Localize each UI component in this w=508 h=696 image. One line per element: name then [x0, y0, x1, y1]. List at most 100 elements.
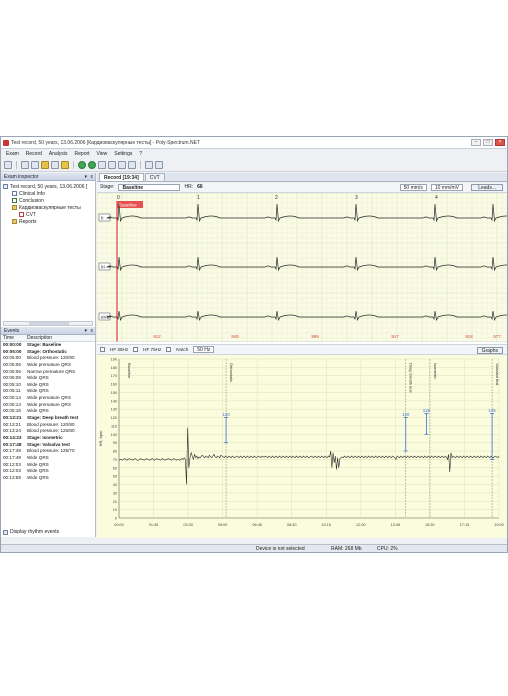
tree-node-cvt[interactable]: CVT: [3, 211, 93, 218]
minimize-button[interactable]: –: [471, 139, 481, 146]
y-tick-label: 190: [111, 358, 117, 362]
col-time[interactable]: Time: [1, 335, 27, 341]
tree-node-clinical-info[interactable]: Clinical Info: [3, 190, 93, 197]
event-row[interactable]: 00:13:21 Stage: Deep breath test: [1, 415, 95, 422]
graphs-button[interactable]: Graphs: [476, 347, 503, 354]
properties-icon[interactable]: [51, 161, 59, 169]
exam-inspector-header: Exam inspector ▾ x: [1, 173, 95, 181]
menu-settings[interactable]: Settings: [114, 150, 132, 159]
tree-node-reports[interactable]: Reports: [3, 218, 93, 225]
hf75-checkbox[interactable]: [133, 347, 139, 352]
panel-close-icon[interactable]: x: [91, 327, 94, 335]
tab-cvt[interactable]: CVT: [144, 173, 165, 181]
play-icon[interactable]: [78, 161, 86, 169]
tree-node-label: Conclusion: [19, 197, 44, 204]
event-description: Blood pressure: 120/80: [27, 421, 75, 427]
display-rhythm-checkbox[interactable]: [3, 529, 8, 535]
event-row[interactable]: 00:05:06 Narrow premature QRS: [1, 369, 95, 376]
x-tick-label: 05:00: [218, 523, 228, 527]
hr-trend-chart[interactable]: 0 10 20 30 40 50 60 70 80 90 100 110 120 130 140 150 160…: [97, 355, 507, 538]
y-tick-label: 100: [111, 433, 117, 437]
menu-view[interactable]: View: [97, 150, 108, 159]
event-row[interactable]: 00:17:48 Stage: Valsalva test: [1, 442, 95, 449]
panel-close-icon[interactable]: x: [91, 173, 94, 181]
pause-icon[interactable]: [98, 161, 106, 169]
event-row[interactable]: 00:05:11 Wide QRS: [1, 388, 95, 395]
stage-select[interactable]: Baseline: [118, 183, 181, 191]
menu-report[interactable]: Report: [75, 150, 90, 159]
event-row[interactable]: 00:05:00 Stage: Orthostatic: [1, 349, 95, 356]
ram-status: RAM: 268 Mb: [331, 546, 362, 552]
event-description: Stage: Isometric: [27, 434, 63, 440]
save-icon[interactable]: [31, 161, 39, 169]
pin-icon[interactable]: ▾: [84, 173, 87, 181]
event-row[interactable]: 00:05:14 Wide premature QRS: [1, 395, 95, 402]
ecg-view[interactable]: 0 1 2 3 4BaselineIIIIIaVL912 849 999 917 918 577: [96, 192, 507, 342]
app-icon: [3, 140, 9, 146]
folder-icon[interactable]: [61, 161, 69, 169]
event-row[interactable]: 00:12:03 Wide QRS: [1, 462, 95, 469]
y-tick-label: 40: [113, 483, 117, 487]
new-exam-icon[interactable]: [4, 161, 12, 169]
event-row[interactable]: 00:13:59 Wide QRS: [1, 475, 95, 482]
event-row[interactable]: 00:14:23 Stage: Isometric: [1, 435, 95, 442]
status-bar: Device is not selected RAM: 268 Mb CPU: …: [1, 544, 507, 552]
maximize-button[interactable]: □: [483, 139, 493, 146]
event-row[interactable]: 00:05:06 Wide premature QRS: [1, 362, 95, 369]
tree-hscroll[interactable]: [3, 321, 93, 326]
record-icon[interactable]: [88, 161, 96, 169]
open-icon[interactable]: [21, 161, 29, 169]
hf35-label: HF 35Hz: [110, 347, 129, 352]
tree-node-cardio-tests[interactable]: Кардиоваскулярные тесты: [3, 204, 93, 211]
x-tick-label: 17:15: [460, 523, 470, 527]
tools-icon[interactable]: [155, 161, 163, 169]
menu-analysis[interactable]: Analysis: [49, 150, 68, 159]
col-description[interactable]: Description: [27, 335, 52, 341]
event-row[interactable]: 00:13:24 Blood pressure: 125/80: [1, 428, 95, 435]
notch-checkbox[interactable]: [166, 347, 172, 352]
event-row[interactable]: 00:05:00 Blood pressure: 120/90: [1, 355, 95, 362]
event-description: Wide premature QRS: [27, 401, 71, 407]
event-row[interactable]: 00:05:14 Wide premature QRS: [1, 402, 95, 409]
close-button[interactable]: ×: [495, 139, 505, 146]
record-tabs: Record [19:34] CVT: [97, 173, 507, 182]
export-icon[interactable]: [41, 161, 49, 169]
event-row[interactable]: 00:12:03 Wide QRS: [1, 468, 95, 475]
stop-icon[interactable]: [118, 161, 126, 169]
x-tick-label: 10:15: [322, 523, 332, 527]
menu-exam[interactable]: Exam: [6, 150, 19, 159]
leads-button[interactable]: Leads...: [471, 184, 503, 191]
event-row[interactable]: 00:05:16 Wide QRS: [1, 408, 95, 415]
menu-help[interactable]: ?: [139, 150, 142, 159]
tab-record[interactable]: Record [19:34]: [99, 173, 144, 181]
notch-frequency-select[interactable]: 50 Hz: [193, 346, 215, 353]
event-row[interactable]: 00:17:49 Wide QRS: [1, 455, 95, 462]
stage-label: Stage:: [100, 184, 115, 190]
tree-node-label: Test record, 50 years, 13.06.2006 [: [10, 183, 88, 190]
cvt-icon: [19, 212, 24, 217]
end-icon[interactable]: [128, 161, 136, 169]
speed-select[interactable]: 50 mm/s: [399, 183, 427, 191]
event-row[interactable]: 00:05:10 Wide QRS: [1, 382, 95, 389]
pin-icon[interactable]: ▾: [84, 327, 87, 335]
event-row[interactable]: 00:05:08 Wide QRS: [1, 375, 95, 382]
print-icon[interactable]: [145, 161, 153, 169]
toolbar: [1, 159, 507, 172]
hf35-checkbox[interactable]: [100, 347, 105, 352]
display-rhythm-row[interactable]: Display rhythm events: [3, 529, 59, 535]
step-icon[interactable]: [108, 161, 116, 169]
tree-node-root[interactable]: Test record, 50 years, 13.06.2006 [: [3, 183, 93, 190]
y-tick-label: 20: [113, 500, 117, 504]
event-row[interactable]: 00:17:48 Blood pressure: 125/70: [1, 448, 95, 455]
hr-label: HR:: [184, 184, 194, 190]
beat-number: 3: [355, 195, 358, 201]
title-bar[interactable]: Test record, 50 years, 13.06.2006 [Карди…: [1, 137, 507, 149]
event-row[interactable]: 00:13:21 Blood pressure: 120/80: [1, 422, 95, 429]
x-tick-label: 00:00: [114, 523, 124, 527]
event-time: 00:17:48: [3, 448, 21, 454]
event-row[interactable]: 00:00:00 Stage: Baseline: [1, 342, 95, 349]
tree-node-conclusion[interactable]: Conclusion: [3, 197, 93, 204]
stage-label: Isometric: [433, 363, 438, 379]
menu-record[interactable]: Record: [26, 150, 42, 159]
gain-select[interactable]: 10 mm/mV: [430, 183, 463, 191]
